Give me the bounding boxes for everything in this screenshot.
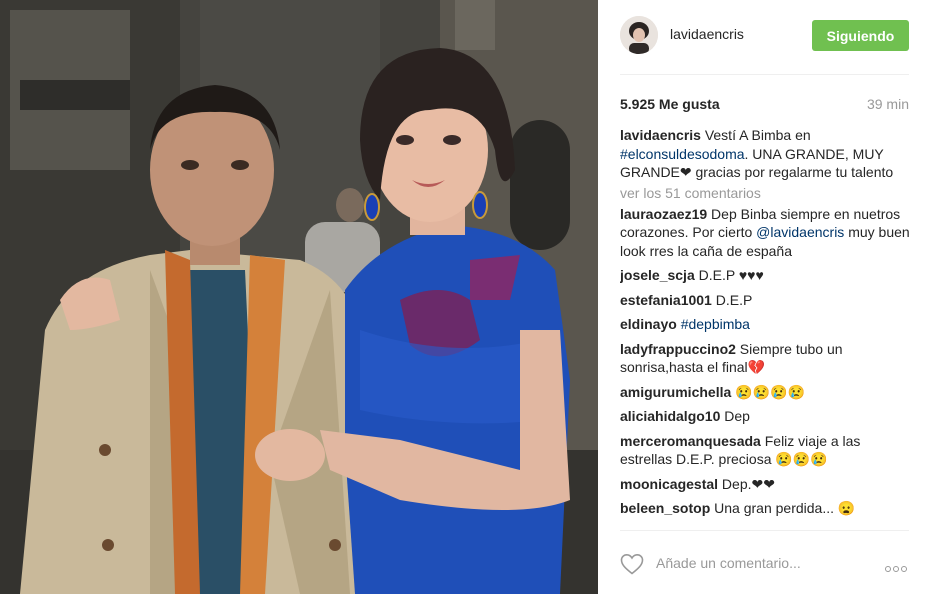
- photo-illustration: [0, 0, 598, 594]
- comments-list[interactable]: lavidaencris Vestí A Bimba en #elconsuld…: [620, 126, 910, 530]
- add-comment-input[interactable]: [656, 552, 861, 574]
- comment-text: Dep: [720, 408, 750, 424]
- comment: eldinayo #depbimba: [620, 315, 910, 334]
- comment-hashtag[interactable]: #depbimba: [681, 316, 750, 332]
- dot: [901, 566, 907, 572]
- comment-username[interactable]: josele_scja: [620, 267, 695, 283]
- comment: josele_scja D.E.P ♥♥♥: [620, 266, 910, 285]
- comment-username[interactable]: amigurumichella: [620, 384, 731, 400]
- username[interactable]: lavidaencris: [670, 26, 744, 42]
- comment: amigurumichella 😢😢😢😢: [620, 383, 910, 402]
- comment-text: Dep.❤❤: [718, 475, 775, 492]
- comment: estefania1001 D.E.P: [620, 291, 910, 310]
- comment-username[interactable]: estefania1001: [620, 292, 712, 308]
- comment: beleen_sotop Una gran perdida... 😦: [620, 499, 910, 518]
- comment-username[interactable]: ladyfrappuccino2: [620, 341, 736, 357]
- post-header: lavidaencris Siguiendo: [620, 14, 909, 75]
- comment: ladyfrappuccino2 Siempre tubo un sonrisa…: [620, 340, 910, 377]
- likes-count[interactable]: 5.925 Me gusta: [620, 96, 720, 112]
- comment-text: D.E.P: [711, 291, 753, 308]
- comment-username[interactable]: beleen_sotop: [620, 500, 710, 516]
- post-time: 39 min: [866, 96, 909, 112]
- comment-text: Una gran perdida... 😦: [710, 500, 856, 516]
- view-comments-link[interactable]: ver los 51 comentarios: [620, 185, 910, 201]
- following-button[interactable]: Siguiendo: [812, 20, 909, 51]
- post-photo[interactable]: [0, 0, 598, 594]
- comment-text: 😢😢😢😢: [731, 383, 805, 400]
- caption-username[interactable]: lavidaencris: [620, 127, 701, 143]
- avatar[interactable]: [620, 16, 658, 54]
- comment: merceromanquesada Feliz viaje a las estr…: [620, 432, 910, 469]
- dot: [893, 566, 899, 572]
- post-sidebar: lavidaencris Siguiendo 5.925 Me gusta 39…: [598, 0, 929, 594]
- comment: laurao­zaez19 Dep Binba siempre en nuetr…: [620, 205, 910, 261]
- caption-text-1: Vestí A Bimba en: [700, 127, 811, 143]
- comment-username[interactable]: moonicagestal: [620, 476, 718, 492]
- caption-hashtag[interactable]: #elconsuldesodoma: [620, 146, 745, 162]
- comment-username[interactable]: aliciahidalgo10: [620, 408, 720, 424]
- comment-username[interactable]: merceromanquesada: [620, 433, 761, 449]
- caption: lavidaencris Vestí A Bimba en #elconsuld…: [620, 126, 910, 182]
- more-options-icon[interactable]: [885, 559, 909, 572]
- avatar-image: [620, 16, 658, 54]
- heart-icon[interactable]: [620, 553, 644, 575]
- comment-mention[interactable]: @lavidaencris: [756, 224, 844, 240]
- comment-bar: [620, 530, 909, 595]
- comment-username[interactable]: laurao­zaez19: [620, 206, 707, 222]
- dot: [885, 566, 891, 572]
- instagram-post: lavidaencris Siguiendo 5.925 Me gusta 39…: [0, 0, 929, 594]
- likes-row: 5.925 Me gusta 39 min: [620, 94, 909, 114]
- comment-username[interactable]: eldinayo: [620, 316, 677, 332]
- comment: moonicagestal Dep.❤❤: [620, 475, 910, 494]
- comment: aliciahidalgo10 Dep: [620, 407, 910, 426]
- comment-text: D.E.P ♥♥♥: [694, 267, 764, 283]
